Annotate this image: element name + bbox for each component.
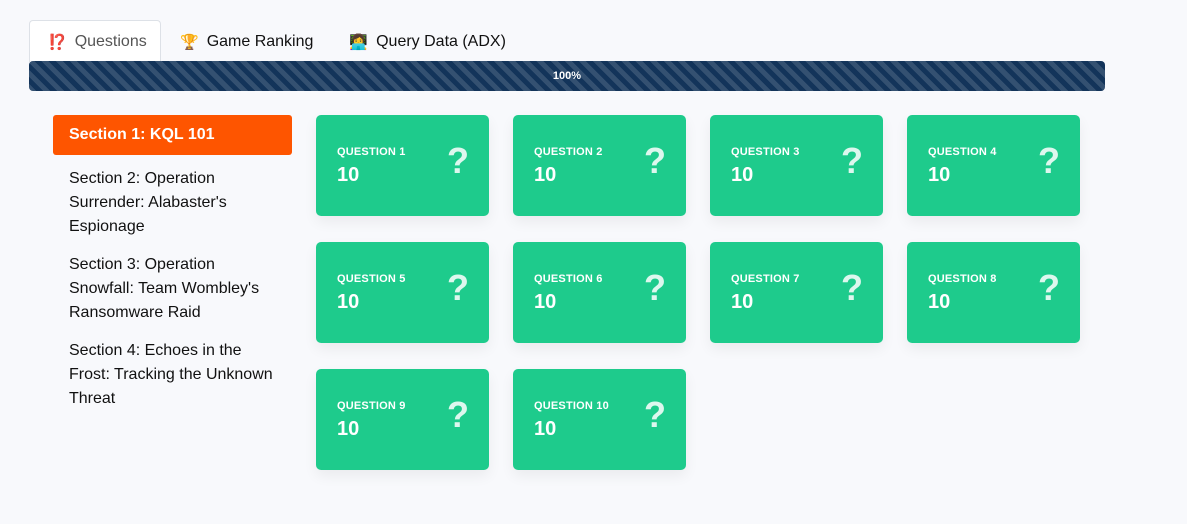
question-title: QUESTION 1 xyxy=(337,146,406,158)
question-card-2[interactable]: QUESTION 2 10 ? xyxy=(513,115,686,216)
tab-query-data[interactable]: 👩‍💻 Query Data (ADX) xyxy=(330,20,523,62)
question-card-10[interactable]: QUESTION 10 10 ? xyxy=(513,369,686,470)
question-card-6[interactable]: QUESTION 6 10 ? xyxy=(513,242,686,343)
tab-bar: ⁉️ Questions 🏆 Game Ranking 👩‍💻 Query Da… xyxy=(29,20,523,62)
sidebar-item-section-1[interactable]: Section 1: KQL 101 xyxy=(53,115,292,155)
question-title: QUESTION 10 xyxy=(534,400,609,412)
question-points: 10 xyxy=(534,418,557,440)
question-card-1[interactable]: QUESTION 1 10 ? xyxy=(316,115,489,216)
question-card-5[interactable]: QUESTION 5 10 ? xyxy=(316,242,489,343)
tab-game-ranking[interactable]: 🏆 Game Ranking xyxy=(161,20,330,62)
question-points: 10 xyxy=(534,291,557,313)
question-mark-icon: ? xyxy=(841,267,863,308)
question-mark-icon: ? xyxy=(644,140,666,181)
question-mark-icon: ? xyxy=(1038,140,1060,181)
question-title: QUESTION 3 xyxy=(731,146,800,158)
question-card-3[interactable]: QUESTION 3 10 ? xyxy=(710,115,883,216)
question-title: QUESTION 6 xyxy=(534,273,603,285)
sidebar-item-section-4[interactable]: Section 4: Echoes in the Frost: Tracking… xyxy=(53,333,292,419)
question-mark-icon: ? xyxy=(841,140,863,181)
question-points: 10 xyxy=(534,164,557,186)
question-card-9[interactable]: QUESTION 9 10 ? xyxy=(316,369,489,470)
question-points: 10 xyxy=(928,291,951,313)
progress-fill: 100% xyxy=(29,61,1105,91)
tab-questions[interactable]: ⁉️ Questions xyxy=(29,20,161,62)
question-points: 10 xyxy=(731,291,754,313)
sidebar-item-section-3[interactable]: Section 3: Operation Snowfall: Team Womb… xyxy=(53,247,292,333)
question-points: 10 xyxy=(337,291,360,313)
question-mark-icon: ? xyxy=(644,267,666,308)
question-points: 10 xyxy=(731,164,754,186)
question-mark-icon: ? xyxy=(447,140,469,181)
technologist-icon: 👩‍💻 xyxy=(349,33,369,51)
question-mark-icon: ? xyxy=(447,394,469,435)
question-exclamation-icon: ⁉️ xyxy=(48,33,67,51)
tab-label: Game Ranking xyxy=(206,32,314,50)
question-card-8[interactable]: QUESTION 8 10 ? xyxy=(907,242,1080,343)
question-card-7[interactable]: QUESTION 7 10 ? xyxy=(710,242,883,343)
section-sidebar: Section 1: KQL 101 Section 2: Operation … xyxy=(53,115,292,419)
question-title: QUESTION 7 xyxy=(731,273,800,285)
question-title: QUESTION 9 xyxy=(337,400,406,412)
question-grid: QUESTION 1 10 ? QUESTION 2 10 ? QUESTION… xyxy=(316,115,1080,470)
question-points: 10 xyxy=(337,418,360,440)
question-title: QUESTION 8 xyxy=(928,273,997,285)
question-mark-icon: ? xyxy=(447,267,469,308)
question-mark-icon: ? xyxy=(644,394,666,435)
trophy-icon: 🏆 xyxy=(180,33,199,51)
question-card-4[interactable]: QUESTION 4 10 ? xyxy=(907,115,1080,216)
progress-bar: 100% xyxy=(29,61,1105,91)
question-points: 10 xyxy=(337,164,360,186)
question-points: 10 xyxy=(928,164,951,186)
question-title: QUESTION 2 xyxy=(534,146,603,158)
progress-label: 100% xyxy=(552,70,582,82)
question-title: QUESTION 4 xyxy=(928,146,997,158)
tab-label: Questions xyxy=(74,32,147,50)
question-mark-icon: ? xyxy=(1038,267,1060,308)
tab-label: Query Data (ADX) xyxy=(376,32,506,50)
question-title: QUESTION 5 xyxy=(337,273,406,285)
sidebar-item-section-2[interactable]: Section 2: Operation Surrender: Alabaste… xyxy=(53,161,292,247)
